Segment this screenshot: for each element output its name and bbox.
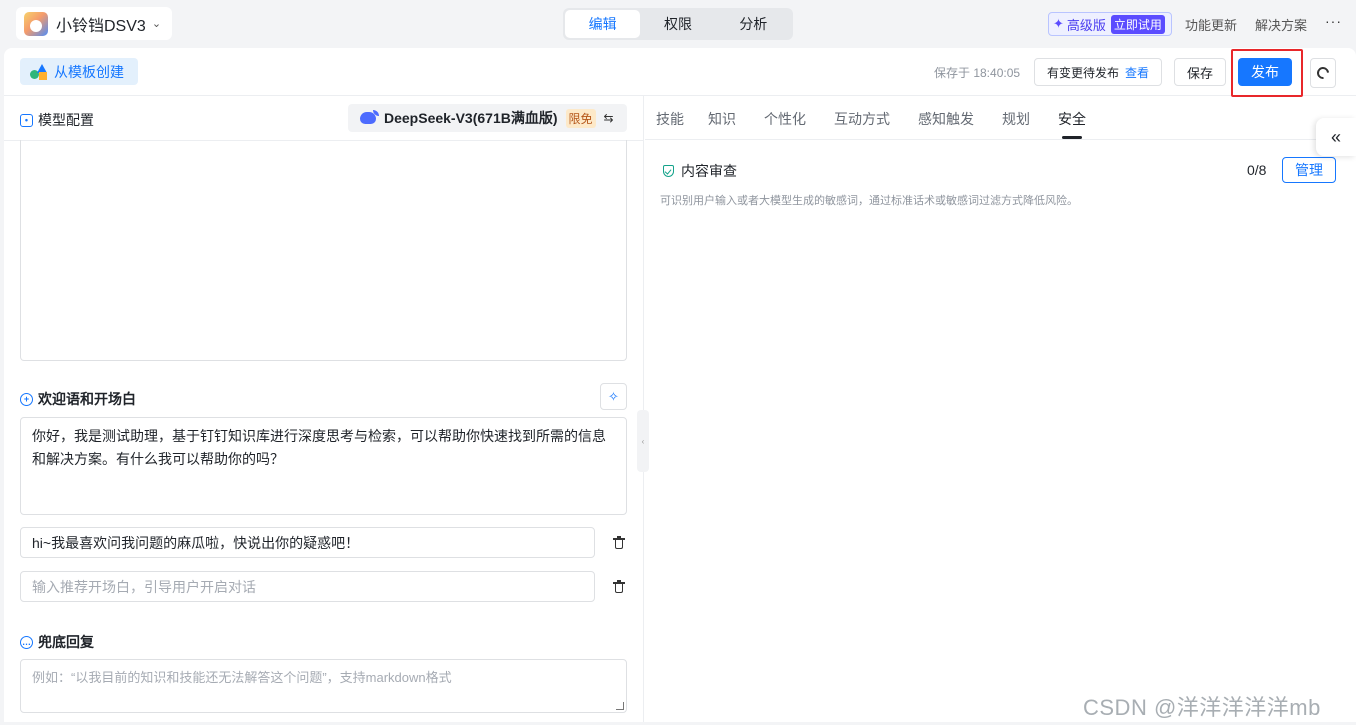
deepseek-logo-icon [360,110,379,124]
resize-handle[interactable] [616,702,624,710]
chat-bubble-icon: … [20,635,33,649]
content-review-header: 内容审查 [663,161,737,181]
upgrade-button[interactable]: ✦ 高级版 立即试用 [1048,12,1172,36]
model-section-title: 模型配置 [38,112,94,128]
plus-circle-icon: + [20,392,33,406]
tab-permissions[interactable]: 权限 [640,10,715,38]
pending-changes-label: 有变更待发布 [1046,65,1119,80]
tab-security[interactable]: 安全 [1058,109,1086,129]
app-switcher[interactable]: 小铃铛DSV3 ⌄ [16,7,172,40]
app-name: 小铃铛DSV3 [56,17,146,35]
model-section-header: • 模型配置 [20,110,94,130]
welcome-message-input[interactable]: 你好，我是测试助理，基于钉钉知识库进行深度思考与检索，可以帮助你快速找到所需的信… [20,417,627,515]
fallback-placeholder: 例如：“以我目前的知识和技能还无法解答这个问题”，支持markdown格式 [32,670,452,685]
ai-generate-button[interactable]: ✧ [600,383,627,410]
more-icon[interactable]: ··· [1325,13,1342,29]
solutions-link[interactable]: 解决方案 [1255,15,1307,34]
fallback-section-header: … 兜底回复 [20,632,94,652]
tab-knowledge[interactable]: 知识 [708,109,736,129]
switch-icon: ⇆ [603,111,614,125]
model-name: DeepSeek-V3(671B满血版) [384,110,558,126]
welcome-section-title: 欢迎语和开场白 [38,391,136,407]
capability-tabs: 技能 知识 个性化 互动方式 感知触发 规划 安全 [645,96,1356,140]
double-chevron-left-icon: « [1330,126,1341,147]
model-icon: • [20,113,33,127]
publish-button[interactable]: 发布 [1238,58,1292,86]
prompt-editor[interactable] [20,140,627,361]
tab-planning[interactable]: 规划 [1002,109,1030,129]
tab-personalization[interactable]: 个性化 [764,109,806,129]
manage-button[interactable]: 管理 [1282,157,1336,183]
free-badge: 限免 [565,108,596,128]
model-selector[interactable]: DeepSeek-V3(671B满血版) 限免 ⇆ [348,104,627,132]
tab-interaction[interactable]: 互动方式 [834,109,890,129]
chevron-down-icon: ⌄ [151,18,162,30]
watermark: CSDN @洋洋洋洋洋mb [1083,695,1321,720]
expand-preview-button[interactable]: « [1316,118,1356,156]
history-icon [1314,64,1332,82]
app-logo [24,11,48,36]
fallback-reply-input[interactable]: 例如：“以我目前的知识和技能还无法解答这个问题”，支持markdown格式 [20,659,627,713]
delete-icon[interactable] [613,536,625,549]
mode-tabs: 编辑 权限 分析 [563,8,793,40]
opener-input-2[interactable]: 输入推荐开场白，引导用户开启对话 [20,571,595,602]
save-button[interactable]: 保存 [1174,58,1226,86]
shapes-icon [30,63,48,80]
view-changes-link[interactable]: 查看 [1125,64,1149,81]
content-review-description: 可识别用户输入或者大模型生成的敏感词，通过标准话术或敏感词过滤方式降低风险。 [660,195,1078,207]
pending-changes: 有变更待发布 查看 [1034,58,1162,86]
create-from-template-button[interactable]: 从模板创建 [20,58,138,85]
saved-time: 保存于 18:40:05 [934,66,1021,80]
create-from-template-label: 从模板创建 [54,63,124,80]
content-review-title: 内容审查 [681,163,737,179]
delete-icon[interactable] [613,580,625,593]
history-button[interactable] [1310,58,1336,88]
tab-analysis[interactable]: 分析 [716,10,791,38]
tab-edit[interactable]: 编辑 [565,10,641,38]
magic-wand-icon: ✧ [608,388,619,404]
toolbar: 从模板创建 保存于 18:40:05 有变更待发布 查看 保存 发布 [4,48,1356,97]
main-container: 从模板创建 保存于 18:40:05 有变更待发布 查看 保存 发布 • 模型配… [4,48,1356,722]
fallback-section-title: 兜底回复 [38,634,94,650]
review-count: 0/8 [1247,162,1267,178]
capability-panel: 技能 知识 个性化 互动方式 感知触发 规划 安全 内容审查 可识别用户输入或者… [645,96,1356,722]
feature-updates-link[interactable]: 功能更新 [1185,15,1237,34]
welcome-section-header: + 欢迎语和开场白 [20,389,136,409]
opener-input-1[interactable]: hi~我最喜欢问我问题的麻瓜啦，快说出你的疑惑吧！ [20,527,595,558]
tab-skills[interactable]: 技能 [656,109,684,129]
top-bar: 小铃铛DSV3 ⌄ 编辑 权限 分析 ✦ 高级版 立即试用 功能更新 解决方案 … [0,0,1356,48]
try-now-badge: 立即试用 [1110,14,1165,34]
shield-icon [663,165,674,177]
active-tab-indicator [1062,136,1082,139]
tab-perception[interactable]: 感知触发 [918,109,974,129]
upgrade-label: 高级版 [1066,17,1106,33]
config-panel: • 模型配置 DeepSeek-V3(671B满血版) 限免 ⇆ + 欢迎语和开… [4,96,644,722]
sparkle-icon: ✦ [1053,16,1064,31]
